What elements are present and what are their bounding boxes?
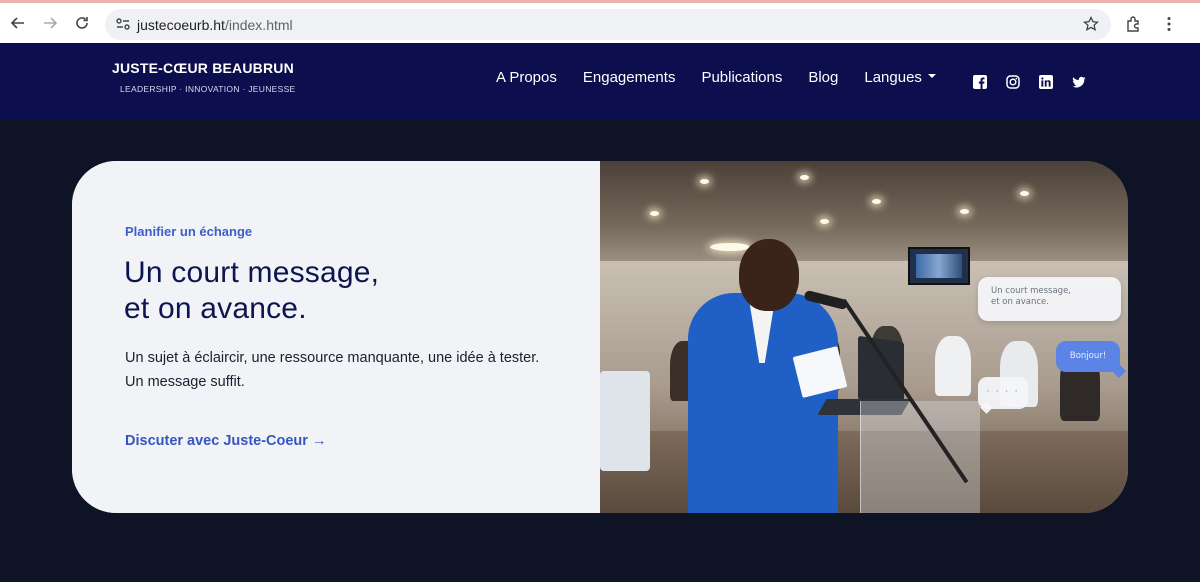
audience-member [935, 336, 971, 396]
headline-line-2: et on avance. [124, 292, 307, 325]
ceiling-light [800, 175, 809, 180]
brand-tagline: LEADERSHIP · INNOVATION · JEUNESSE [120, 84, 296, 94]
social-links [972, 74, 1104, 90]
back-icon[interactable] [6, 11, 30, 35]
linkedin-icon[interactable] [1038, 74, 1054, 90]
headline-line-1: Un court message, [124, 256, 380, 289]
chevron-down-icon [927, 74, 936, 79]
nav-item-blog[interactable]: Blog [808, 69, 838, 86]
instagram-icon[interactable] [1005, 74, 1021, 90]
nav-item-publications[interactable]: Publications [701, 69, 782, 86]
ceiling-light [872, 199, 881, 204]
ceiling-lamp [710, 243, 750, 251]
facebook-icon[interactable] [972, 74, 988, 90]
nav-item-engagements[interactable]: Engagements [583, 69, 676, 86]
eyebrow-label: Planifier un échange [125, 224, 253, 239]
hero-headline: Un court message, et on avance. [124, 255, 379, 327]
nav-item-langues[interactable]: Langues [864, 69, 936, 86]
speaker-photo: Un court message, et on avance. Bonjour!… [600, 161, 1128, 513]
chat-bubble-line-2: et on avance. [991, 297, 1049, 307]
ceiling-light [820, 219, 829, 224]
ceiling-light [1020, 191, 1029, 196]
bookmark-star-icon[interactable] [1082, 15, 1100, 32]
chat-bubble-line-1: Un court message, [991, 286, 1072, 296]
address-bar[interactable]: justecoeurb.ht/index.html [105, 9, 1111, 40]
ceiling-light [960, 209, 969, 214]
nav-item-langues-label: Langues [864, 69, 922, 86]
chat-cta-link[interactable]: Discuter avec Juste-Coeur → [125, 433, 326, 449]
site-info-icon[interactable] [115, 16, 131, 32]
chat-bubble-message: Un court message, et on avance. [978, 277, 1121, 321]
brand-logo[interactable]: JUSTE-CŒUR BEAUBRUN LEADERSHIP · INNOVAT… [112, 60, 295, 94]
chat-bubble-typing: · · · · [978, 377, 1028, 409]
url-host: justecoeurb.ht [137, 17, 225, 33]
table [600, 371, 650, 471]
url-path: /index.html [224, 17, 293, 33]
brand-name: JUSTE-CŒUR BEAUBRUN [112, 60, 294, 76]
url-text[interactable]: justecoeurb.ht/index.html [137, 17, 293, 33]
ceiling-light [650, 211, 659, 216]
extensions-icon[interactable] [1125, 15, 1143, 33]
twitter-icon[interactable] [1071, 74, 1087, 90]
speaker-head [739, 239, 799, 311]
contact-card-text: Planifier un échange Un court message, e… [72, 161, 600, 513]
browser-toolbar: justecoeurb.ht/index.html [0, 0, 1200, 43]
hero-description: Un sujet à éclaircir, une ressource manq… [125, 350, 540, 390]
contact-card: Planifier un échange Un court message, e… [72, 161, 1128, 513]
main-nav: A Propos Engagements Publications Blog L… [496, 69, 962, 86]
laptop [858, 335, 904, 407]
reload-icon[interactable] [70, 11, 94, 35]
chat-bubble-reply: Bonjour! [1056, 341, 1120, 372]
photo-ceiling [600, 161, 1128, 271]
more-menu-icon[interactable] [1160, 15, 1178, 33]
ceiling-light [700, 179, 709, 184]
nav-item-a-propos[interactable]: A Propos [496, 69, 557, 86]
forward-icon[interactable] [38, 11, 62, 35]
wall-screen [908, 247, 970, 285]
site-header: JUSTE-CŒUR BEAUBRUN LEADERSHIP · INNOVAT… [0, 43, 1200, 120]
